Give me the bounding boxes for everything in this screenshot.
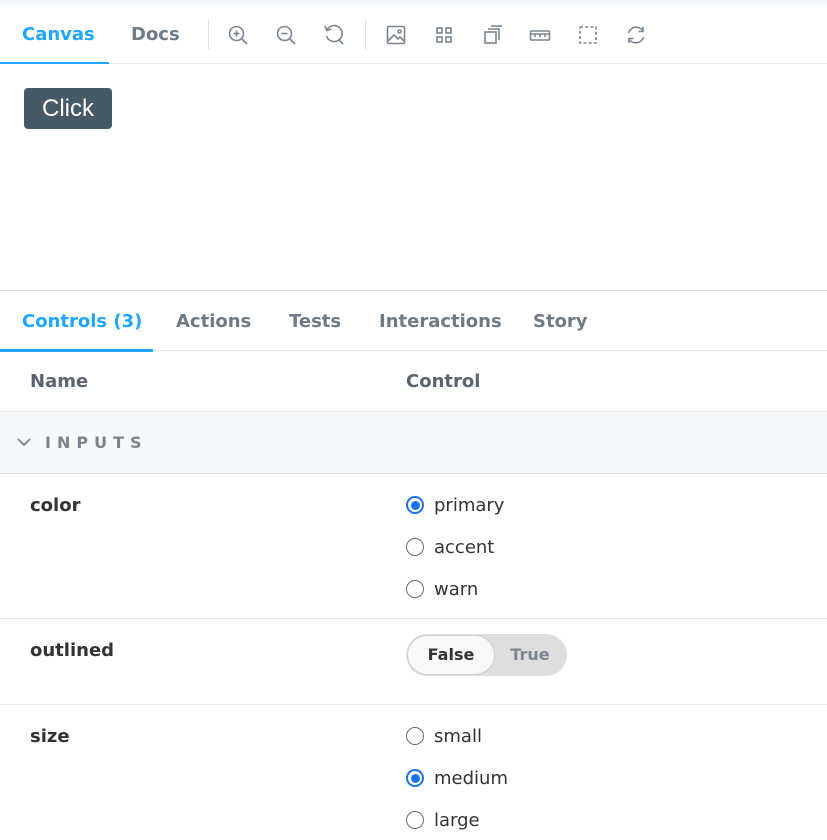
radio-dot xyxy=(406,769,424,787)
radio-dot xyxy=(406,580,424,598)
radio-label: large xyxy=(434,809,480,831)
radio-size-medium[interactable]: medium xyxy=(406,766,508,790)
radio-label: primary xyxy=(434,494,505,516)
radio-dot xyxy=(406,496,424,514)
viewport-icon[interactable] xyxy=(480,23,504,47)
prop-name: color xyxy=(30,495,81,516)
story-canvas: Click xyxy=(0,64,827,290)
tab-interactions[interactable]: Interactions xyxy=(379,291,502,351)
radio-color-primary[interactable]: primary xyxy=(406,493,504,517)
radio-size-large[interactable]: large xyxy=(406,808,480,832)
radio-label: small xyxy=(434,725,482,747)
tab-controls[interactable]: Controls (3) xyxy=(0,291,153,352)
tab-canvas[interactable]: Canvas xyxy=(0,5,109,65)
measure-icon[interactable] xyxy=(528,23,552,47)
story-click-button[interactable]: Click xyxy=(24,88,112,129)
radio-color-accent[interactable]: accent xyxy=(406,535,494,559)
tab-actions[interactable]: Actions xyxy=(176,291,251,351)
prop-name: outlined xyxy=(30,640,115,661)
column-header-control: Control xyxy=(406,371,481,392)
toolbar-divider xyxy=(208,19,209,50)
radio-label: warn xyxy=(434,578,479,600)
tab-story-label: Story xyxy=(533,311,588,332)
tab-canvas-label: Canvas xyxy=(22,24,95,45)
grid-icon[interactable] xyxy=(432,23,456,47)
zoom-out-icon[interactable] xyxy=(274,23,298,47)
toggle-option-false[interactable]: False xyxy=(408,636,494,674)
remount-icon[interactable] xyxy=(624,23,648,47)
outline-icon[interactable] xyxy=(576,23,600,47)
tab-docs[interactable]: Docs xyxy=(131,5,180,64)
radio-size-small[interactable]: small xyxy=(406,724,482,748)
control-row-color: color primary accent warn xyxy=(0,474,827,619)
column-header-name: Name xyxy=(30,371,89,392)
addon-tabs: Controls (3) Actions Tests Interactions … xyxy=(0,291,827,352)
radio-dot xyxy=(406,811,424,829)
tab-actions-label: Actions xyxy=(176,311,252,332)
toolbar-divider xyxy=(365,19,366,50)
radio-dot xyxy=(406,538,424,556)
boolean-toggle-outlined[interactable]: False True xyxy=(406,634,567,676)
tab-docs-label: Docs xyxy=(131,24,180,45)
radio-label: medium xyxy=(434,767,508,789)
chevron-down-icon xyxy=(17,438,31,447)
tab-tests-label: Tests xyxy=(289,311,342,332)
zoom-in-icon[interactable] xyxy=(226,23,250,47)
addons-panel: Controls (3) Actions Tests Interactions … xyxy=(0,290,827,840)
control-row-size: size small medium large xyxy=(0,705,827,840)
radio-color-warn[interactable]: warn xyxy=(406,577,478,601)
control-row-outlined: outlined False True xyxy=(0,619,827,705)
controls-table-header: Name Control xyxy=(0,351,827,412)
background-icon[interactable] xyxy=(384,23,408,47)
section-toggle-inputs[interactable]: INPUTS xyxy=(0,412,827,474)
preview-toolbar: Canvas Docs xyxy=(0,5,827,65)
toggle-option-true[interactable]: True xyxy=(496,636,564,674)
prop-name: size xyxy=(30,726,70,747)
tab-tests[interactable]: Tests xyxy=(289,291,341,351)
radio-dot xyxy=(406,727,424,745)
tab-interactions-label: Interactions xyxy=(379,311,502,332)
tab-story[interactable]: Story xyxy=(533,291,588,351)
radio-label: accent xyxy=(434,536,495,558)
tab-controls-label: Controls (3) xyxy=(22,311,143,332)
reset-zoom-icon[interactable] xyxy=(322,23,346,47)
section-label: INPUTS xyxy=(45,433,148,452)
